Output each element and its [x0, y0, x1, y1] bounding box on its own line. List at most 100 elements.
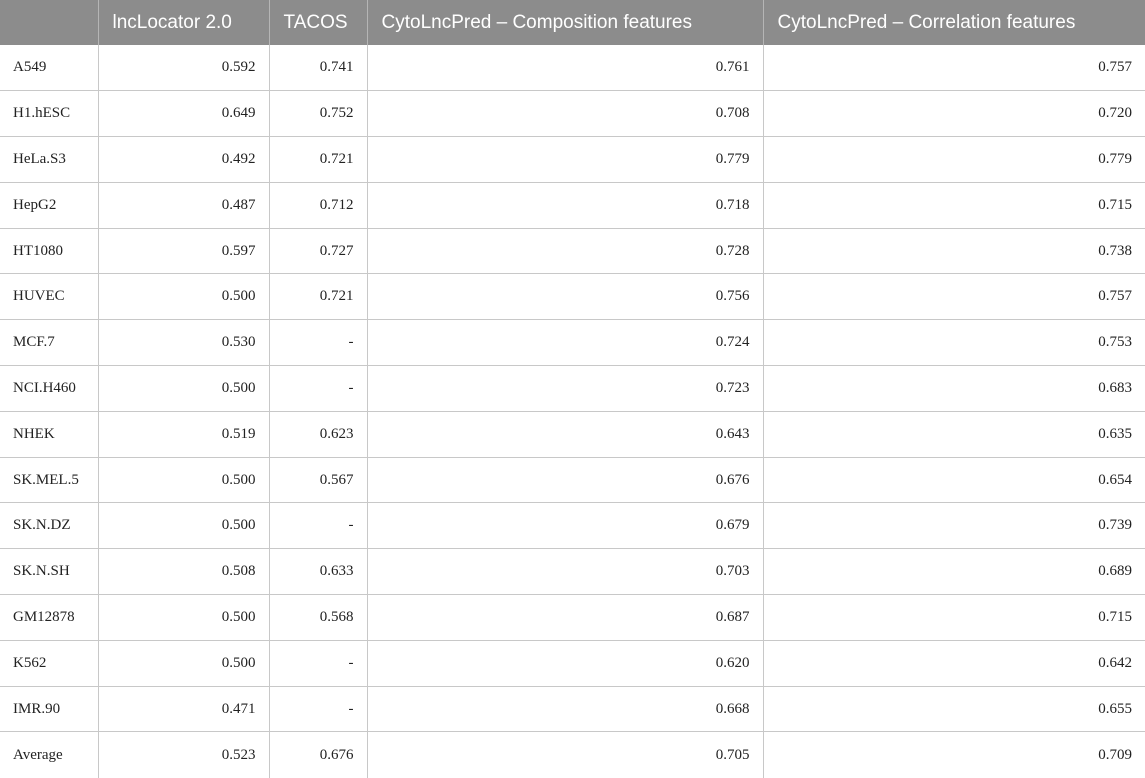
value-cell: 0.687 [367, 594, 764, 641]
value-cell: 0.676 [367, 457, 764, 504]
table-row: K562 0.500-0.620 0.642 [0, 640, 1145, 687]
value-cell: 0.753 [763, 319, 1145, 367]
row-label-cell: H1.hESC [0, 90, 99, 138]
value-cell: 0.724 [367, 319, 764, 367]
row-label-cell: NHEK [0, 411, 99, 458]
value-cell: 0.676 [269, 731, 368, 778]
table-row: SK.MEL.5 0.500 0.567 0.676 0.654 [0, 457, 1145, 504]
row-label-cell: HT1080 [0, 228, 99, 275]
value-cell: 0.756 [367, 273, 764, 321]
row-label-cell: MCF.7 [0, 319, 99, 367]
value-cell: 0.703 [367, 548, 764, 596]
value-cell: 0.757 [763, 273, 1145, 321]
value-cell: 0.500 [98, 273, 270, 321]
value-cell: 0.715 [763, 182, 1145, 229]
header-cell-correlation: CytoLncPred – Correlation features [763, 0, 1145, 45]
header-cell-tacos: TACOS [269, 0, 368, 45]
value-cell: 0.519 [98, 411, 270, 458]
value-cell: 0.715 [763, 594, 1145, 641]
table-row: HepG2 0.487 0.712 0.718 0.715 [0, 182, 1145, 229]
value-cell: 0.739 [763, 502, 1145, 550]
header-row: lncLocator 2.0 TACOS CytoLncPred – Compo… [0, 0, 1145, 45]
value-cell: 0.567 [269, 457, 368, 504]
table-row: IMR.90 0.471-0.668 0.655 [0, 686, 1145, 733]
value-cell: 0.568 [269, 594, 368, 641]
table-row: MCF.7 0.530-0.724 0.753 [0, 319, 1145, 367]
table-row: NHEK 0.519 0.623 0.643 0.635 [0, 411, 1145, 458]
row-label-cell: HUVEC [0, 273, 99, 321]
row-label-cell: SK.N.SH [0, 548, 99, 596]
row-label-cell: SK.N.DZ [0, 502, 99, 550]
value-cell: 0.779 [763, 136, 1145, 183]
table-row: H1.hESC 0.649 0.752 0.708 0.720 [0, 90, 1145, 138]
value-cell: 0.643 [367, 411, 764, 458]
value-cell: 0.592 [98, 45, 270, 92]
value-cell: 0.620 [367, 640, 764, 687]
row-label-cell: SK.MEL.5 [0, 457, 99, 504]
header-cell-lnclocator: lncLocator 2.0 [98, 0, 270, 45]
value-cell: 0.508 [98, 548, 270, 596]
value-cell: 0.720 [763, 90, 1145, 138]
value-cell: 0.728 [367, 228, 764, 275]
value-cell: 0.752 [269, 90, 368, 138]
value-cell: - [269, 319, 368, 367]
value-cell: 0.633 [269, 548, 368, 596]
value-cell: 0.683 [763, 365, 1145, 412]
row-label-cell: K562 [0, 640, 99, 687]
value-cell: 0.623 [269, 411, 368, 458]
value-cell: 0.712 [269, 182, 368, 229]
value-cell: 0.727 [269, 228, 368, 275]
value-cell: 0.500 [98, 365, 270, 412]
header-cell-composition: CytoLncPred – Composition features [367, 0, 764, 45]
value-cell: 0.523 [98, 731, 270, 778]
value-cell: 0.757 [763, 45, 1145, 92]
value-cell: 0.668 [367, 686, 764, 733]
row-label-cell: HeLa.S3 [0, 136, 99, 183]
value-cell: 0.649 [98, 90, 270, 138]
value-cell: - [269, 502, 368, 550]
value-cell: 0.741 [269, 45, 368, 92]
value-cell: - [269, 640, 368, 687]
value-cell: 0.708 [367, 90, 764, 138]
value-cell: 0.738 [763, 228, 1145, 275]
value-cell: 0.642 [763, 640, 1145, 687]
value-cell: 0.721 [269, 273, 368, 321]
table-row: GM12878 0.500 0.568 0.687 0.715 [0, 594, 1145, 641]
value-cell: - [269, 365, 368, 412]
table-row: HUVEC 0.500 0.721 0.756 0.757 [0, 273, 1145, 321]
value-cell: 0.709 [1098, 746, 1132, 763]
value-cell: 0.689 [763, 548, 1145, 596]
value-cell: 0.655 [763, 686, 1145, 733]
table-row: SK.N.DZ 0.500-0.679 0.739 [0, 502, 1145, 550]
table-row: HeLa.S3 0.492 0.721 0.779 0.779 [0, 136, 1145, 183]
value-cell: 0.487 [98, 182, 270, 229]
table-row: Average 0.523 0.676 0.705 0.709 [0, 731, 1145, 778]
value-cell: 0.705 [367, 731, 764, 778]
value-cell: 0.500 [98, 457, 270, 504]
table-row: NCI.H460 0.500-0.723 0.683 [0, 365, 1145, 412]
row-label-cell: HepG2 [0, 182, 99, 229]
value-cell: 0.654 [763, 457, 1145, 504]
value-cell: 0.492 [98, 136, 270, 183]
row-label-cell: A549 [0, 45, 99, 92]
table-row: HT1080 0.597 0.727 0.728 0.738 [0, 228, 1145, 275]
value-cell: 0.723 [367, 365, 764, 412]
row-label-cell: IMR.90 [0, 686, 99, 733]
value-cell: 0.761 [367, 45, 764, 92]
value-cell: 0.635 [763, 411, 1145, 458]
value-cell: 0.721 [269, 136, 368, 183]
value-cell: 0.597 [98, 228, 270, 275]
results-table: lncLocator 2.0 TACOS CytoLncPred – Compo… [0, 0, 1145, 778]
value-cell: - [269, 686, 368, 733]
value-cell: 0.500 [98, 502, 270, 550]
header-cell-cell-line [0, 0, 99, 45]
value-cell: 0.779 [367, 136, 764, 183]
row-label-cell: GM12878 [0, 594, 99, 641]
value-cell: 0.718 [367, 182, 764, 229]
value-cell: 0.530 [98, 319, 270, 367]
table-row: A549 0.592 0.741 0.761 0.757 [0, 45, 1145, 92]
row-label-cell: NCI.H460 [0, 365, 99, 412]
row-label-cell: Average [0, 731, 99, 778]
value-cell: 0.500 [98, 594, 270, 641]
table-row: SK.N.SH 0.508 0.633 0.703 0.689 [0, 548, 1145, 596]
